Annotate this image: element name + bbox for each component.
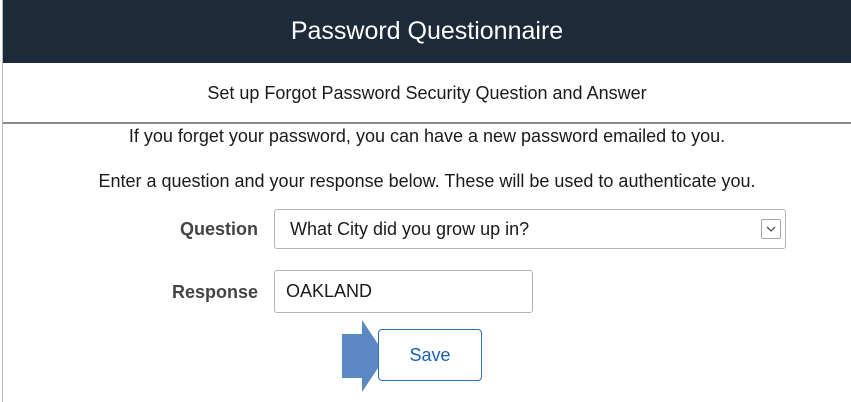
question-select-value: What City did you grow up in? [290,219,530,239]
save-button[interactable]: Save [378,329,482,381]
password-questionnaire-page: Password Questionnaire Set up Forgot Pas… [0,0,851,402]
page-subtitle: Set up Forgot Password Security Question… [3,63,851,124]
question-label: Question [179,219,258,239]
chevron-down-icon[interactable] [761,219,781,239]
question-select[interactable]: What City did you grow up in? [274,209,786,249]
response-label: Response [171,282,258,302]
response-input[interactable] [274,270,533,313]
instruction-line-1: If you forget your password, you can hav… [128,126,726,146]
instruction-line-2: Enter a question and your response below… [98,171,756,191]
page-title: Password Questionnaire [3,0,851,63]
